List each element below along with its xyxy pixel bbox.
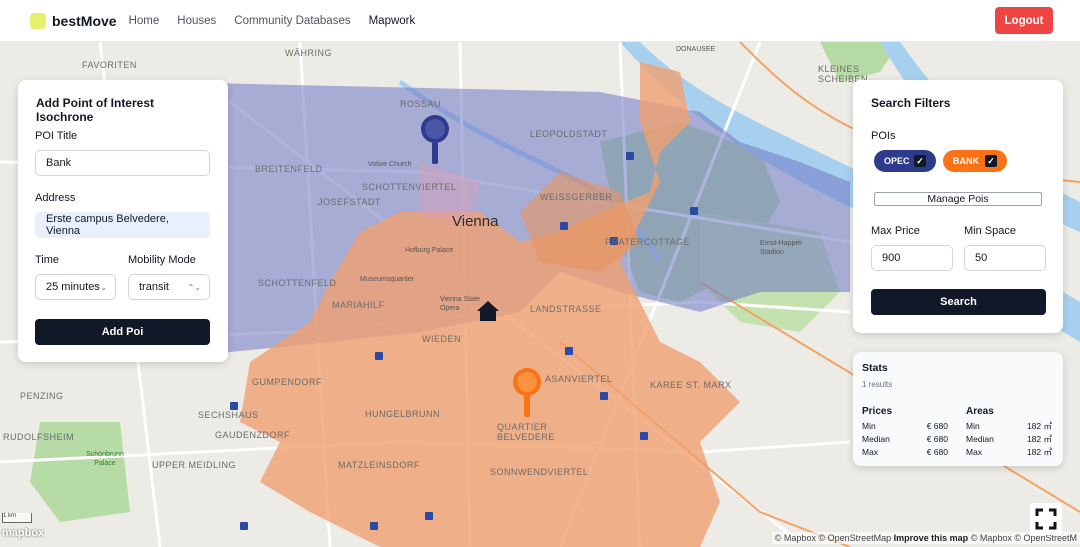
bank-marker-icon[interactable] <box>512 367 542 421</box>
mapbox-logo[interactable]: mapbox <box>2 527 44 539</box>
min-space-input[interactable]: 50 <box>964 245 1046 271</box>
district-label: PENZING <box>20 391 64 401</box>
brand-name[interactable]: bestMove <box>52 13 117 29</box>
address-label: Address <box>35 192 76 204</box>
place-label: Ernst-Happel-Stadion <box>760 240 804 256</box>
area-row-median: Median 182 ㎡ <box>966 434 1052 444</box>
poi-chip-opec[interactable]: OPEC ✓ <box>874 150 936 172</box>
place-label: Museumsquartier <box>360 276 415 283</box>
panel-title: Add Point of Interest Isochrone <box>36 96 154 124</box>
nav-mapwork[interactable]: Mapwork <box>369 15 416 27</box>
district-label: JOSEFSTADT <box>318 197 381 207</box>
place-label: Schönbrunn Palace <box>86 451 124 467</box>
opec-marker-icon[interactable] <box>420 114 450 168</box>
time-value: 25 minutes <box>46 281 100 293</box>
select-arrow-icon: ⌃⌄ <box>93 282 107 292</box>
district-label: RUDOLFSHEIM <box>3 432 75 442</box>
checkbox-checked-icon[interactable]: ✓ <box>914 155 926 167</box>
home-marker-icon[interactable] <box>476 300 500 322</box>
place-label: Votive Church <box>368 161 412 168</box>
nav-community-databases[interactable]: Community Databases <box>234 15 350 27</box>
price-row-max: Max € 680 <box>862 447 948 457</box>
district-label: FAVORITEN <box>82 60 137 70</box>
district-label: ASANVIERTEL <box>545 374 613 384</box>
district-label: WÄHRING <box>285 48 332 58</box>
district-label: QUARTIER BELVEDERE <box>497 422 555 442</box>
max-price-label: Max Price <box>871 225 920 237</box>
results-count: 1 results <box>862 380 893 389</box>
improve-map-link[interactable]: Improve this map <box>894 533 969 543</box>
district-label: MARIAHILF <box>332 300 385 310</box>
search-button[interactable]: Search <box>871 289 1046 315</box>
areas-title: Areas <box>966 406 994 417</box>
district-label: PRATERCOTTAGE <box>605 237 691 247</box>
district-label: HUNGELBRUNN <box>365 409 441 419</box>
district-label: GAUDENZDORF <box>215 430 290 440</box>
poi-chip-bank[interactable]: BANK ✓ <box>943 150 1007 172</box>
areas-column: Areas Min 182 ㎡ Median 182 ㎡ Max 182 ㎡ <box>966 406 1052 459</box>
main-nav: Home Houses Community Databases Mapwork <box>129 15 434 27</box>
add-poi-panel: Add Point of Interest Isochrone POI Titl… <box>18 80 228 362</box>
prices-title: Prices <box>862 406 893 417</box>
price-row-median: Median € 680 <box>862 434 948 444</box>
chip-label: BANK <box>953 156 979 166</box>
district-label: SCHOTTENVIERTEL <box>362 182 457 192</box>
stats-title: Stats <box>862 362 888 374</box>
area-row-min: Min 182 ㎡ <box>966 421 1052 431</box>
district-label: SONNWENDVIERTEL <box>490 467 589 477</box>
map-scale: 1 km <box>2 513 32 523</box>
poi-title-label: POI Title <box>35 130 78 142</box>
district-label: LEOPOLDSTADT <box>530 129 608 139</box>
fullscreen-icon <box>1035 508 1057 530</box>
district-label: DONAUSEE <box>676 46 716 53</box>
district-label: UPPER MEIDLING <box>152 460 237 470</box>
chip-label: OPEC <box>884 156 910 166</box>
area-row-max: Max 182 ㎡ <box>966 447 1052 457</box>
price-row-min: Min € 680 <box>862 421 948 431</box>
top-navbar: bestMove Home Houses Community Databases… <box>0 0 1080 42</box>
mobility-select[interactable]: transit ⌃⌄ <box>128 274 210 300</box>
poi-title-input[interactable]: Bank <box>35 150 210 176</box>
pois-label: POIs <box>871 130 896 142</box>
district-label: ROSSAU <box>400 99 442 109</box>
checkbox-checked-icon[interactable]: ✓ <box>985 155 997 167</box>
prices-column: Prices Min € 680 Median € 680 Max € 680 <box>862 406 948 459</box>
attribution-prefix[interactable]: © Mapbox © OpenStreetMap <box>775 533 891 543</box>
panel-title: Search Filters <box>871 96 951 110</box>
add-poi-button[interactable]: Add Poi <box>35 319 210 345</box>
district-label: MATZLEINSDORF <box>338 460 420 470</box>
district-label: WEISSGERBER <box>540 192 613 202</box>
nav-home[interactable]: Home <box>129 15 160 27</box>
mobility-label: Mobility Mode <box>128 254 196 266</box>
city-label: Vienna <box>452 213 499 230</box>
district-label: BREITENFELD <box>255 164 323 174</box>
stats-panel: Stats 1 results Prices Min € 680 Median € … <box>853 352 1063 466</box>
district-label: GUMPENDORF <box>252 377 322 387</box>
district-label: LANDSTRASSE <box>530 304 602 314</box>
manage-pois-button[interactable]: Manage Pois <box>874 192 1042 206</box>
search-filters-panel: Search Filters POIs OPEC ✓ BANK ✓ Manage… <box>853 80 1063 333</box>
nav-houses[interactable]: Houses <box>177 15 216 27</box>
district-label: WIEDEN <box>422 334 461 344</box>
address-input[interactable]: Erste campus Belvedere, Vienna <box>35 212 210 238</box>
district-label: SECHSHAUS <box>198 410 259 420</box>
district-label: KAREE ST. MARX <box>650 380 732 390</box>
logo-icon <box>30 12 46 29</box>
place-label: Hofburg Palace <box>405 247 454 254</box>
time-select[interactable]: 25 minutes ⌃⌄ <box>35 274 116 300</box>
select-arrow-icon: ⌃⌄ <box>187 282 201 292</box>
mobility-value: transit <box>139 281 169 293</box>
fullscreen-button[interactable] <box>1030 503 1062 535</box>
max-price-input[interactable]: 900 <box>871 245 953 271</box>
district-label: SCHOTTENFELD <box>258 278 337 288</box>
logout-button[interactable]: Logout <box>995 7 1053 34</box>
min-space-label: Min Space <box>964 225 1016 237</box>
time-label: Time <box>35 254 60 266</box>
district-label: KLEINES SCHEIBEN <box>818 64 869 84</box>
